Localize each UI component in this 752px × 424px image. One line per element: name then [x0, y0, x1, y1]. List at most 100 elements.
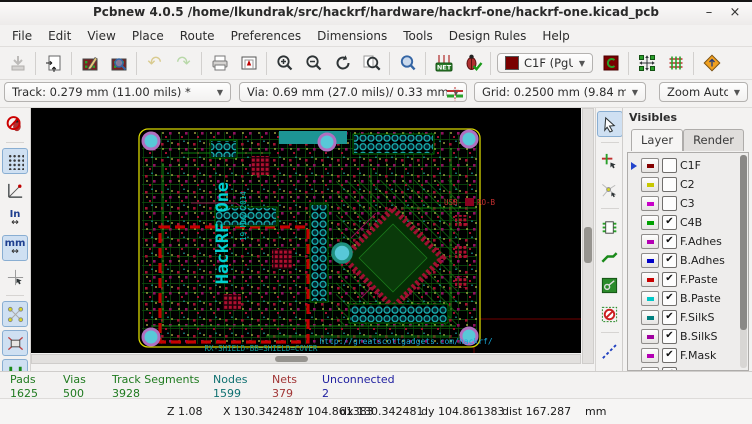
layer-visibility-checkbox[interactable]: ✔: [662, 329, 677, 344]
zoom-fit-button[interactable]: [357, 49, 386, 77]
select-tool-button[interactable]: [597, 111, 623, 137]
highlight-net-button[interactable]: [597, 148, 623, 174]
add-mire-icon: [600, 342, 619, 361]
layer-visibility-checkbox[interactable]: ✔: [662, 348, 677, 363]
add-keepout-icon: [600, 305, 619, 324]
layer-visibility-checkbox[interactable]: ✔: [662, 310, 677, 325]
polar-coords-button[interactable]: [2, 177, 28, 203]
pcb-canvas[interactable]: HackRF One 19 May 2014 http://greatscott…: [31, 108, 581, 353]
undo-button[interactable]: ↶: [140, 49, 169, 77]
autoroute-button[interactable]: [697, 49, 726, 77]
tab-render[interactable]: Render: [683, 129, 744, 151]
layer-color-swatch[interactable]: [641, 177, 659, 192]
menu-preferences[interactable]: Preferences: [223, 27, 310, 45]
layer-visibility-checkbox[interactable]: ✔: [662, 291, 677, 306]
active-layer-arrow: [631, 275, 638, 284]
layer-color-swatch[interactable]: [641, 253, 659, 268]
layer-color-swatch[interactable]: [641, 272, 659, 287]
layer-row: C2: [630, 175, 748, 194]
cursor-shape-button[interactable]: [2, 264, 28, 290]
menu-design-rules[interactable]: Design Rules: [441, 27, 535, 45]
active-layer-arrow: [631, 218, 638, 227]
menu-route[interactable]: Route: [172, 27, 223, 45]
toolbar-separator: [389, 52, 390, 75]
layer-select-combo[interactable]: C1F (PgUp) ▼: [497, 53, 593, 73]
layer-color-swatch[interactable]: [641, 329, 659, 344]
track-width-combo[interactable]: Track: 0.279 mm (11.00 mils) * ▼: [4, 82, 231, 102]
titlebar[interactable]: Pcbnew 4.0.5 /home/lkundrak/src/hackrf/h…: [0, 0, 752, 26]
save-button[interactable]: [3, 49, 32, 77]
menu-file[interactable]: File: [4, 27, 40, 45]
vscrollbar-thumb[interactable]: [584, 227, 592, 263]
layer-visibility-checkbox[interactable]: ✔: [662, 234, 677, 249]
layer-visibility-checkbox[interactable]: ✔: [662, 215, 677, 230]
via-size-combo[interactable]: Via: 0.69 mm (27.0 mils)/ 0.33 mm (13.0 …: [239, 82, 467, 102]
chevron-down-icon: ▼: [734, 88, 740, 97]
usb-label: USB- RO-B: [444, 198, 496, 207]
hscrollbar-thumb[interactable]: [275, 356, 308, 362]
layer-color-swatch[interactable]: [641, 310, 659, 325]
layer-row: ✔F.Mask: [630, 346, 748, 365]
menu-tools[interactable]: Tools: [395, 27, 441, 45]
zoom-out-button[interactable]: [299, 49, 328, 77]
canvas-vscrollbar[interactable]: [582, 108, 594, 364]
canvas-hscrollbar[interactable]: [31, 354, 581, 364]
tab-layer[interactable]: Layer: [631, 129, 683, 151]
menu-help[interactable]: Help: [534, 27, 577, 45]
redo-button[interactable]: ↷: [169, 49, 198, 77]
layer-visibility-checkbox[interactable]: [662, 158, 677, 173]
close-button[interactable]: ×: [726, 4, 744, 22]
menu-view[interactable]: View: [79, 27, 123, 45]
window-title: Pcbnew 4.0.5 /home/lkundrak/src/hackrf/h…: [0, 5, 752, 19]
module-ratsnest-button[interactable]: [2, 330, 28, 356]
zoom-level-combo[interactable]: Zoom Auto ▼: [659, 82, 748, 102]
local-ratsnest-icon: [600, 181, 619, 200]
layer-manager-toggle[interactable]: [596, 49, 625, 77]
active-layer-arrow: [631, 294, 638, 303]
layer-name: F.Adhes: [680, 235, 722, 248]
auto-track-width-button[interactable]: [440, 80, 469, 108]
add-keepout-button[interactable]: [597, 301, 623, 327]
footprint-editor-button[interactable]: [75, 49, 104, 77]
menu-edit[interactable]: Edit: [40, 27, 79, 45]
layer-list-scrollbar[interactable]: [740, 155, 747, 368]
add-footprint-button[interactable]: [597, 214, 623, 240]
add-zone-button[interactable]: [597, 272, 623, 298]
print-button[interactable]: [205, 49, 234, 77]
drc-button[interactable]: [458, 49, 487, 77]
footprint-browser-button[interactable]: [104, 49, 133, 77]
refresh-button[interactable]: [328, 49, 357, 77]
layer-color-swatch[interactable]: [641, 215, 659, 230]
grid-visibility-button[interactable]: [2, 148, 28, 174]
layer-visibility-checkbox[interactable]: ✔: [662, 272, 677, 287]
plot-button[interactable]: [234, 49, 263, 77]
layer-color-swatch[interactable]: [641, 291, 659, 306]
layer-color-swatch[interactable]: [641, 196, 659, 211]
find-button[interactable]: [393, 49, 422, 77]
toolbar-separator: [601, 208, 619, 209]
add-mire-button[interactable]: [597, 338, 623, 364]
route-track-button[interactable]: [597, 243, 623, 269]
minimize-button[interactable]: –: [700, 4, 718, 22]
zoom-in-button[interactable]: [270, 49, 299, 77]
layer-visibility-checkbox[interactable]: [662, 196, 677, 211]
menu-place[interactable]: Place: [124, 27, 172, 45]
pcb-drawing: HackRF One 19 May 2014 http://greatscott…: [31, 108, 581, 353]
layer-color-swatch[interactable]: [641, 348, 659, 363]
footprint-mode-button[interactable]: [632, 49, 661, 77]
grid-size-combo[interactable]: Grid: 0.2500 mm (9.84 mils) ▼: [474, 82, 646, 102]
netlist-button[interactable]: NET: [429, 49, 458, 77]
menu-dimensions[interactable]: Dimensions: [309, 27, 395, 45]
layer-list-scrollbar-thumb[interactable]: [740, 155, 747, 330]
layer-color-swatch[interactable]: [641, 234, 659, 249]
layer-visibility-checkbox[interactable]: [662, 177, 677, 192]
ratsnest-visibility-button[interactable]: [2, 301, 28, 327]
local-ratsnest-button[interactable]: [597, 177, 623, 203]
ratsnest-mode-button[interactable]: [661, 49, 690, 77]
units-mm-button[interactable]: mm↔: [2, 235, 28, 261]
layer-visibility-checkbox[interactable]: ✔: [662, 253, 677, 268]
units-inches-button[interactable]: In↔: [2, 206, 28, 232]
page-settings-button[interactable]: [39, 49, 68, 77]
drc-off-button[interactable]: [2, 111, 28, 137]
layer-color-swatch[interactable]: [641, 158, 659, 173]
